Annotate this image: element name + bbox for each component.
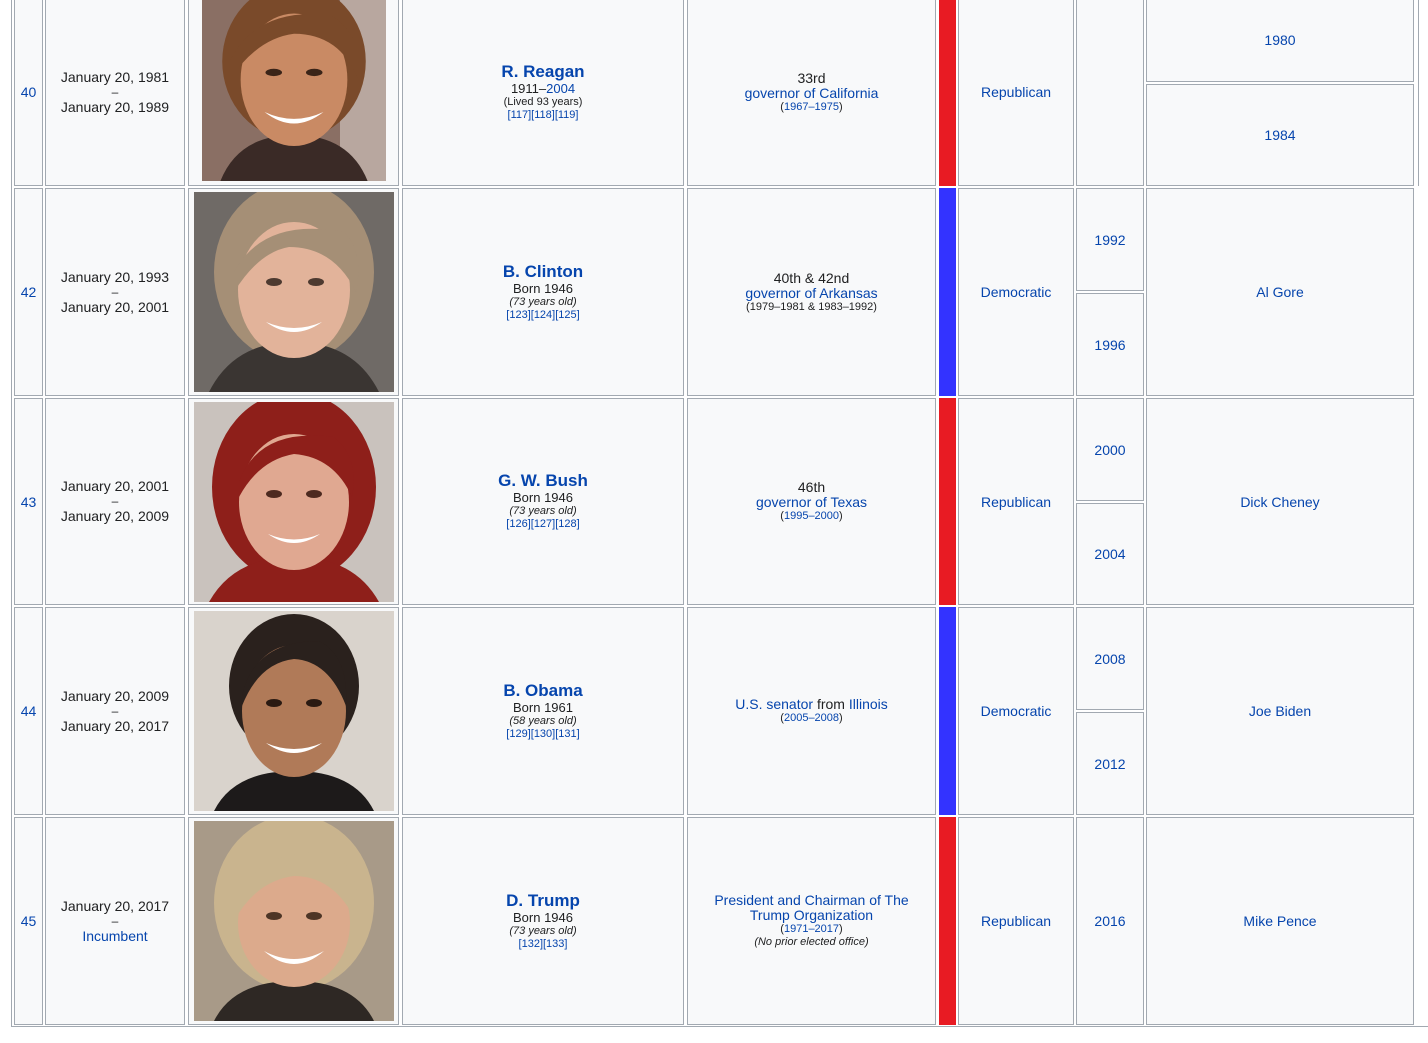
president-cell: G. W. Bush Born 1946 (73 years old) [126… xyxy=(402,398,684,605)
party-color-bar xyxy=(939,817,956,1025)
election-empty-cell xyxy=(1076,0,1144,186)
election-cell[interactable]: 1992 xyxy=(1076,188,1144,291)
took-office: January 20, 1993 xyxy=(60,268,170,285)
election-cell[interactable]: 2000 xyxy=(1076,398,1144,501)
age-note: (Lived 93 years) xyxy=(503,95,583,108)
age-note: (73 years old) xyxy=(509,924,577,937)
portrait-woman-blonde-hair-icon[interactable] xyxy=(193,821,394,1021)
vice-president-cell[interactable]: Dick Cheney xyxy=(1146,398,1414,605)
references[interactable]: [129][130][131] xyxy=(506,728,579,741)
portrait-woman-red-hair-icon[interactable] xyxy=(193,401,394,602)
vice-president-cell[interactable]: Al Gore xyxy=(1146,188,1414,396)
left-office: January 20, 1989 xyxy=(60,98,170,115)
election-cell[interactable]: 1984 xyxy=(1146,84,1414,186)
office-years-link[interactable]: 1995–2000 xyxy=(784,510,839,522)
election-cell[interactable]: 2004 xyxy=(1076,503,1144,605)
party-color-bar xyxy=(939,398,956,605)
election-cell[interactable]: 1996 xyxy=(1076,293,1144,396)
party-cell[interactable]: Republican xyxy=(958,817,1074,1025)
office-note: (No prior elected office) xyxy=(754,936,869,948)
vice-president-cell[interactable]: Joe Biden xyxy=(1146,607,1414,815)
portrait-photo[interactable] xyxy=(188,0,399,186)
president-cell: D. Trump Born 1946 (73 years old) [132][… xyxy=(402,817,684,1025)
president-name-link[interactable]: G. W. Bush xyxy=(498,472,588,490)
prior-office-cell: President and Chairman of The Trump Orga… xyxy=(687,817,936,1025)
term-cell: January 20, 2009 – January 20, 2017 xyxy=(45,607,185,815)
election-cell[interactable]: 2008 xyxy=(1076,607,1144,710)
left-office: January 20, 2009 xyxy=(60,508,170,524)
portrait-photo[interactable] xyxy=(188,817,399,1025)
age-note: (73 years old) xyxy=(509,505,577,517)
table-bottom-border xyxy=(11,1026,1428,1027)
president-cell: B. Obama Born 1961 (58 years old) [129][… xyxy=(402,607,684,815)
lifespan: 1911–2004 xyxy=(510,80,576,96)
president-name-link[interactable]: R. Reagan xyxy=(501,62,584,81)
office-years-link[interactable]: 2005–2008 xyxy=(784,712,839,724)
election-cell[interactable]: 1980 xyxy=(1146,0,1414,82)
row-number[interactable]: 44 xyxy=(14,607,43,815)
president-cell: B. Clinton Born 1946 (73 years old) [123… xyxy=(402,188,684,396)
party-color-bar xyxy=(939,0,956,186)
took-office: January 20, 2017 xyxy=(60,897,170,914)
party-cell[interactable]: Republican xyxy=(958,0,1074,186)
table-right-fragment xyxy=(1418,0,1419,186)
prior-office-cell: 46th governor of Texas (1995–2000) xyxy=(687,398,936,605)
row-number[interactable]: 43 xyxy=(14,398,43,605)
table-left-border xyxy=(11,0,12,1027)
office-years-link[interactable]: 1971–2017 xyxy=(784,923,839,935)
references[interactable]: [132][133] xyxy=(519,938,568,951)
prior-office-link[interactable]: governor of Texas xyxy=(756,495,867,510)
incumbent-link[interactable]: Incumbent xyxy=(82,928,147,944)
age-note: (73 years old) xyxy=(509,295,577,308)
president-name-link[interactable]: B. Obama xyxy=(503,681,582,700)
took-office: January 20, 1981 xyxy=(60,68,170,85)
portrait-photo[interactable] xyxy=(188,188,399,396)
term-cell: January 20, 2017 – Incumbent xyxy=(45,817,185,1025)
age-note: (58 years old) xyxy=(509,714,577,727)
left-office: January 20, 2001 xyxy=(60,298,170,315)
references[interactable]: [117][118][119] xyxy=(508,109,579,122)
party-cell[interactable]: Democratic xyxy=(958,607,1074,815)
prior-office-cell: 33rd governor of California (1967–1975) xyxy=(687,0,936,186)
references[interactable]: [123][124][125] xyxy=(506,309,579,322)
prior-office-link[interactable]: U.S. senator xyxy=(735,696,813,712)
term-cell: January 20, 2001 – January 20, 2009 xyxy=(45,398,185,605)
took-office: January 20, 2009 xyxy=(60,687,170,704)
prior-office-link[interactable]: governor of California xyxy=(745,85,879,101)
state-link[interactable]: Illinois xyxy=(849,696,888,712)
prior-office-cell: 40th & 42nd governor of Arkansas (1979–1… xyxy=(687,188,936,396)
row-number[interactable]: 40 xyxy=(14,0,43,186)
party-color-bar xyxy=(939,607,956,815)
took-office: January 20, 2001 xyxy=(60,478,170,494)
prior-office-cell: U.S. senator from Illinois (2005–2008) xyxy=(687,607,936,815)
election-cell[interactable]: 2016 xyxy=(1076,817,1144,1025)
president-name-link[interactable]: B. Clinton xyxy=(503,262,583,281)
portrait-photo[interactable] xyxy=(188,398,399,605)
row-number[interactable]: 42 xyxy=(14,188,43,396)
party-cell[interactable]: Democratic xyxy=(958,188,1074,396)
prior-office-link[interactable]: governor of Arkansas xyxy=(745,285,877,301)
election-cell[interactable]: 2012 xyxy=(1076,712,1144,815)
lifespan: Born 1946 xyxy=(513,490,573,505)
portrait-woman-dark-hair-icon[interactable] xyxy=(193,611,394,811)
president-cell: R. Reagan 1911–2004 (Lived 93 years) [11… xyxy=(402,0,684,186)
office-years-link[interactable]: 1967–1975 xyxy=(784,101,839,113)
term-cell: January 20, 1981 – January 20, 1989 xyxy=(45,0,185,186)
lifespan: Born 1946 xyxy=(513,280,573,296)
office-years: (1979–1981 & 1983–1992) xyxy=(746,300,877,313)
portrait-woman-light-hair-icon[interactable] xyxy=(193,192,394,392)
vice-president-cell[interactable]: Mike Pence xyxy=(1146,817,1414,1025)
term-cell: January 20, 1993 – January 20, 2001 xyxy=(45,188,185,396)
references[interactable]: [126][127][128] xyxy=(506,518,579,531)
lifespan: Born 1946 xyxy=(513,909,573,925)
party-cell[interactable]: Republican xyxy=(958,398,1074,605)
row-number[interactable]: 45 xyxy=(14,817,43,1025)
president-name-link[interactable]: D. Trump xyxy=(506,891,580,910)
left-office: January 20, 2017 xyxy=(60,717,170,734)
portrait-woman-brown-hair-icon[interactable] xyxy=(194,0,394,181)
party-color-bar xyxy=(939,188,956,396)
prior-office-link[interactable]: President and Chairman of The Trump Orga… xyxy=(707,893,917,923)
portrait-photo[interactable] xyxy=(188,607,399,815)
lifespan: Born 1961 xyxy=(513,699,573,715)
